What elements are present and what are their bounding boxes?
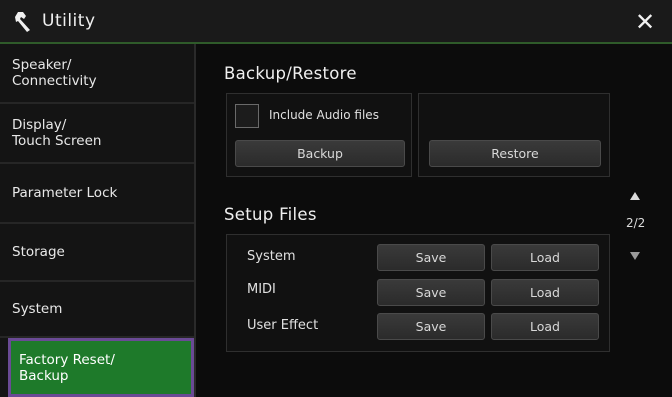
system-load-button[interactable]: Load: [491, 244, 599, 271]
main-content: Backup/Restore Include Audio files Backu…: [196, 44, 672, 397]
sidebar-item-label: Factory Reset/ Backup: [19, 351, 115, 384]
close-button[interactable]: ✕: [632, 8, 658, 36]
page-title: Utility: [42, 11, 96, 31]
system-save-button[interactable]: Save: [377, 244, 485, 271]
restore-panel: Restore: [418, 93, 610, 177]
sidebar-item-parameter-lock[interactable]: Parameter Lock: [0, 164, 194, 224]
user-effect-save-button[interactable]: Save: [377, 313, 485, 340]
sidebar: Speaker/ Connectivity Display/ Touch Scr…: [0, 44, 196, 397]
sidebar-item-display-touch-screen[interactable]: Display/ Touch Screen: [0, 104, 194, 164]
setup-files-title: Setup Files: [224, 205, 317, 224]
midi-save-button[interactable]: Save: [377, 279, 485, 306]
title-bar: Utility ✕: [0, 0, 672, 44]
sidebar-item-label: System: [12, 301, 63, 317]
midi-load-button[interactable]: Load: [491, 279, 599, 306]
user-effect-load-button[interactable]: Load: [491, 313, 599, 340]
sidebar-item-speaker-connectivity[interactable]: Speaker/ Connectivity: [0, 44, 194, 104]
sidebar-item-label: Speaker/ Connectivity: [12, 57, 97, 89]
sidebar-item-label: Display/ Touch Screen: [12, 117, 102, 149]
page-indicator: 2/2: [626, 216, 646, 230]
backup-restore-title: Backup/Restore: [224, 64, 357, 83]
page-up-icon[interactable]: [630, 192, 640, 200]
sidebar-item-factory-reset-backup[interactable]: Factory Reset/ Backup: [8, 338, 194, 397]
page-down-icon[interactable]: [630, 252, 640, 260]
sidebar-item-system[interactable]: System: [0, 282, 194, 338]
restore-button[interactable]: Restore: [429, 140, 601, 167]
include-audio-label: Include Audio files: [269, 108, 379, 122]
include-audio-checkbox[interactable]: [235, 104, 259, 128]
setup-files-panel: System Save Load MIDI Save Load User Eff…: [226, 234, 610, 352]
sidebar-item-label: Storage: [12, 244, 65, 260]
sidebar-item-storage[interactable]: Storage: [0, 224, 194, 282]
wrench-icon: [15, 12, 30, 32]
sidebar-item-label: Parameter Lock: [12, 185, 118, 201]
setup-row-label-user-effect: User Effect: [247, 318, 319, 333]
backup-button[interactable]: Backup: [235, 140, 405, 167]
backup-panel: Include Audio files Backup: [226, 93, 412, 177]
setup-row-label-midi: MIDI: [247, 282, 276, 297]
setup-row-label-system: System: [247, 249, 296, 264]
